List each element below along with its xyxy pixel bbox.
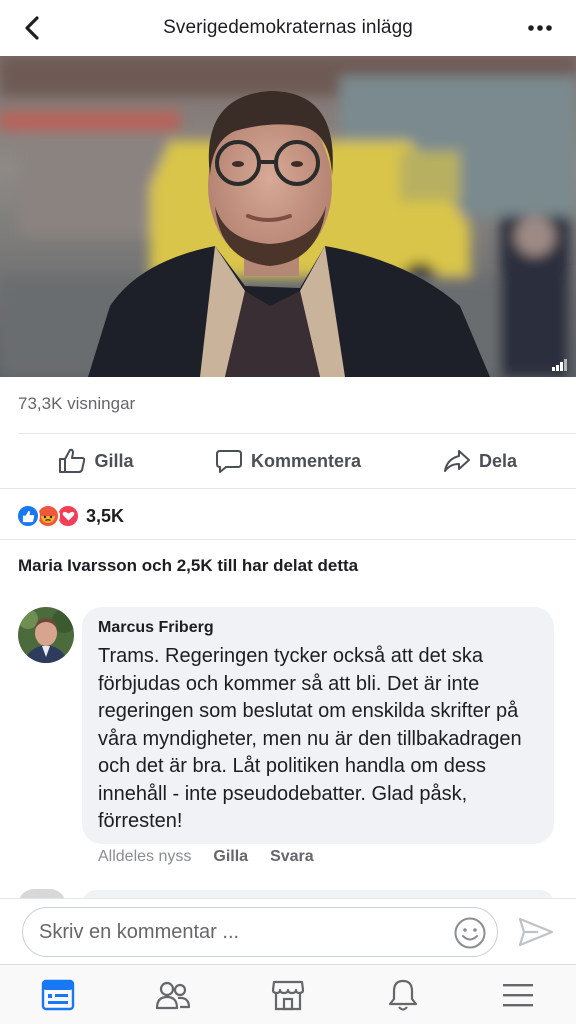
send-icon[interactable] <box>516 915 556 949</box>
reaction-count: 3,5K <box>86 505 125 526</box>
comment-meta: Alldeles nyss Gilla Svara <box>98 848 314 866</box>
notifications-icon <box>389 979 418 1011</box>
post-video[interactable] <box>0 56 576 377</box>
friends-icon <box>155 981 190 1009</box>
bottom-navigation <box>0 964 576 1024</box>
comment-input-placeholder: Skriv en kommentar ... <box>39 920 240 943</box>
top-bar: Sverigedemokraternas inlägg <box>0 0 576 56</box>
more-horizontal-icon <box>528 25 552 31</box>
like-label: Gilla <box>94 450 134 471</box>
like-icon <box>59 448 86 473</box>
news-feed-icon <box>41 979 74 1010</box>
comment-like-link[interactable]: Gilla <box>213 848 248 866</box>
comment-reply-link[interactable]: Svara <box>270 848 314 866</box>
nav-marketplace[interactable] <box>230 965 345 1024</box>
more-options-button[interactable] <box>522 14 558 42</box>
page-title: Sverigedemokraternas inlägg <box>163 17 413 38</box>
back-button[interactable] <box>14 12 50 44</box>
commenter-avatar[interactable] <box>18 607 74 663</box>
divider <box>0 539 576 540</box>
comment-icon <box>215 450 242 473</box>
video-quality-icon[interactable] <box>552 359 568 371</box>
comment-label: Kommentera <box>250 450 362 471</box>
nav-friends[interactable] <box>115 965 230 1024</box>
divider <box>0 488 576 489</box>
reactions-summary[interactable]: 3,5K <box>16 504 124 528</box>
marketplace-icon <box>271 980 305 1010</box>
comment-timestamp: Alldeles nyss <box>98 848 192 865</box>
view-count: 73,3K visningar <box>18 394 136 413</box>
comment-author[interactable]: Marcus Friberg <box>98 619 538 637</box>
comment-input[interactable]: Skriv en kommentar ... <box>22 907 498 957</box>
comment-text: Trams. Regeringen tycker också att det s… <box>98 645 522 832</box>
emoji-icon[interactable] <box>453 916 487 950</box>
video-frame-image <box>0 56 576 377</box>
nav-news-feed[interactable] <box>0 965 115 1024</box>
post-actions: Gilla Kommentera Dela <box>0 434 576 488</box>
chevron-left-icon <box>25 16 39 40</box>
comment-composer-bar: Skriv en kommentar ... <box>0 898 576 964</box>
share-label: Dela <box>478 450 518 471</box>
menu-icon <box>503 983 534 1006</box>
like-reaction-icon <box>16 504 40 528</box>
like-button[interactable]: Gilla <box>0 434 192 488</box>
nav-notifications[interactable] <box>346 965 461 1024</box>
share-icon <box>443 450 470 472</box>
share-button[interactable]: Dela <box>384 434 576 488</box>
comment-button[interactable]: Kommentera <box>192 434 384 488</box>
comment-bubble: Marcus Friberg Trams. Regeringen tycker … <box>82 607 554 844</box>
shares-summary[interactable]: Maria Ivarsson och 2,5K till har delat d… <box>18 556 358 576</box>
nav-menu[interactable] <box>461 965 576 1024</box>
